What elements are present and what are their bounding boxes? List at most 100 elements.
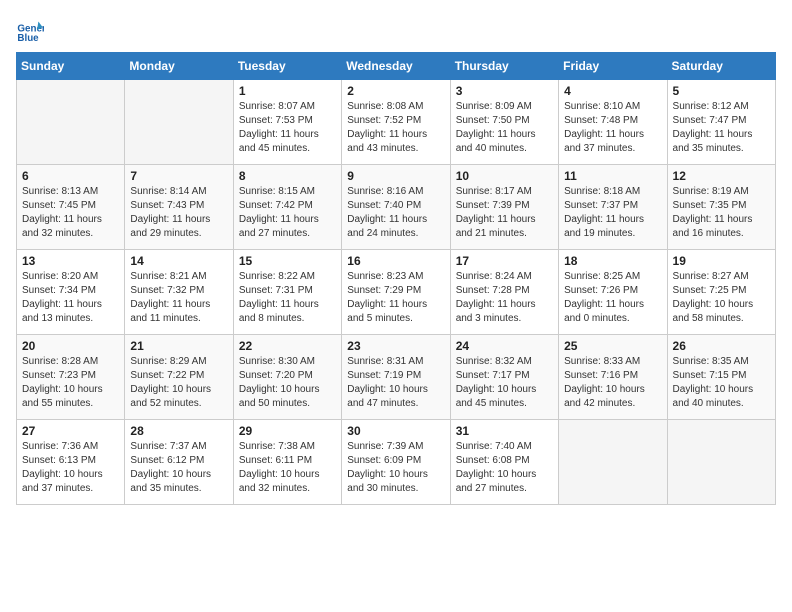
- calendar-cell: 5 Sunrise: 8:12 AM Sunset: 7:47 PM Daylig…: [667, 80, 775, 165]
- day-number: 9: [347, 169, 444, 183]
- day-info: Sunrise: 8:28 AM Sunset: 7:23 PM Dayligh…: [22, 355, 119, 411]
- calendar-header-row: SundayMondayTuesdayWednesdayThursdayFrid…: [17, 53, 776, 80]
- day-number: 20: [22, 339, 119, 353]
- day-number: 19: [673, 254, 770, 268]
- day-number: 11: [564, 169, 661, 183]
- day-number: 8: [239, 169, 336, 183]
- calendar-cell: [559, 420, 667, 505]
- day-number: 23: [347, 339, 444, 353]
- calendar-cell: [125, 80, 233, 165]
- calendar-cell: 17Sunrise: 8:24 AM Sunset: 7:28 PM Dayli…: [450, 250, 558, 335]
- calendar-cell: 7 Sunrise: 8:14 AM Sunset: 7:43 PM Daylig…: [125, 165, 233, 250]
- day-info: Sunrise: 8:07 AM Sunset: 7:53 PM Dayligh…: [239, 100, 336, 156]
- calendar-cell: 11 Sunrise: 8:18 AM Sunset: 7:37 PM Dayli…: [559, 165, 667, 250]
- calendar-cell: 21 Sunrise: 8:29 AM Sunset: 7:22 PM Dayli…: [125, 335, 233, 420]
- calendar-cell: 24 Sunrise: 8:32 AM Sunset: 7:17 PM Dayli…: [450, 335, 558, 420]
- calendar-cell: 20 Sunrise: 8:28 AM Sunset: 7:23 PM Dayli…: [17, 335, 125, 420]
- day-info: Sunrise: 8:22 AM Sunset: 7:31 PM Dayligh…: [239, 270, 336, 326]
- day-number: 3: [456, 84, 553, 98]
- day-info: Sunrise: 8:12 AM Sunset: 7:47 PM Dayligh…: [673, 100, 770, 156]
- day-info: Sunrise: 8:18 AM Sunset: 7:37 PM Dayligh…: [564, 185, 661, 241]
- calendar-body: 1 Sunrise: 8:07 AM Sunset: 7:53 PM Daylig…: [17, 80, 776, 505]
- calendar-cell: 30Sunrise: 7:39 AM Sunset: 6:09 PM Dayli…: [342, 420, 450, 505]
- day-number: 29: [239, 424, 336, 438]
- day-info: Sunrise: 8:31 AM Sunset: 7:19 PM Dayligh…: [347, 355, 444, 411]
- day-number: 22: [239, 339, 336, 353]
- day-info: Sunrise: 8:21 AM Sunset: 7:32 PM Dayligh…: [130, 270, 227, 326]
- day-of-week-header: Sunday: [17, 53, 125, 80]
- calendar-cell: 19Sunrise: 8:27 AM Sunset: 7:25 PM Dayli…: [667, 250, 775, 335]
- day-info: Sunrise: 8:35 AM Sunset: 7:15 PM Dayligh…: [673, 355, 770, 411]
- calendar-cell: 23 Sunrise: 8:31 AM Sunset: 7:19 PM Dayli…: [342, 335, 450, 420]
- day-info: Sunrise: 7:37 AM Sunset: 6:12 PM Dayligh…: [130, 440, 227, 496]
- day-info: Sunrise: 8:29 AM Sunset: 7:22 PM Dayligh…: [130, 355, 227, 411]
- calendar-cell: 29Sunrise: 7:38 AM Sunset: 6:11 PM Dayli…: [233, 420, 341, 505]
- day-number: 10: [456, 169, 553, 183]
- calendar-cell: 15 Sunrise: 8:22 AM Sunset: 7:31 PM Dayli…: [233, 250, 341, 335]
- calendar-cell: 16Sunrise: 8:23 AM Sunset: 7:29 PM Dayli…: [342, 250, 450, 335]
- day-number: 4: [564, 84, 661, 98]
- day-number: 25: [564, 339, 661, 353]
- calendar-cell: 13Sunrise: 8:20 AM Sunset: 7:34 PM Dayli…: [17, 250, 125, 335]
- calendar-cell: 26Sunrise: 8:35 AM Sunset: 7:15 PM Dayli…: [667, 335, 775, 420]
- day-number: 21: [130, 339, 227, 353]
- logo: General Blue: [16, 16, 44, 44]
- calendar-cell: 25 Sunrise: 8:33 AM Sunset: 7:16 PM Dayli…: [559, 335, 667, 420]
- day-number: 5: [673, 84, 770, 98]
- day-of-week-header: Tuesday: [233, 53, 341, 80]
- calendar-cell: 31 Sunrise: 7:40 AM Sunset: 6:08 PM Dayli…: [450, 420, 558, 505]
- day-info: Sunrise: 7:39 AM Sunset: 6:09 PM Dayligh…: [347, 440, 444, 496]
- day-number: 28: [130, 424, 227, 438]
- day-of-week-header: Saturday: [667, 53, 775, 80]
- day-info: Sunrise: 8:17 AM Sunset: 7:39 PM Dayligh…: [456, 185, 553, 241]
- day-number: 1: [239, 84, 336, 98]
- day-info: Sunrise: 8:19 AM Sunset: 7:35 PM Dayligh…: [673, 185, 770, 241]
- day-info: Sunrise: 8:25 AM Sunset: 7:26 PM Dayligh…: [564, 270, 661, 326]
- day-number: 18: [564, 254, 661, 268]
- calendar-cell: 9 Sunrise: 8:16 AM Sunset: 7:40 PM Daylig…: [342, 165, 450, 250]
- day-info: Sunrise: 8:10 AM Sunset: 7:48 PM Dayligh…: [564, 100, 661, 156]
- calendar-week-row: 13Sunrise: 8:20 AM Sunset: 7:34 PM Dayli…: [17, 250, 776, 335]
- day-of-week-header: Wednesday: [342, 53, 450, 80]
- calendar-table: SundayMondayTuesdayWednesdayThursdayFrid…: [16, 52, 776, 505]
- day-number: 14: [130, 254, 227, 268]
- day-number: 6: [22, 169, 119, 183]
- day-number: 7: [130, 169, 227, 183]
- day-info: Sunrise: 8:14 AM Sunset: 7:43 PM Dayligh…: [130, 185, 227, 241]
- calendar-week-row: 1 Sunrise: 8:07 AM Sunset: 7:53 PM Daylig…: [17, 80, 776, 165]
- calendar-cell: 6Sunrise: 8:13 AM Sunset: 7:45 PM Daylig…: [17, 165, 125, 250]
- day-info: Sunrise: 8:23 AM Sunset: 7:29 PM Dayligh…: [347, 270, 444, 326]
- day-number: 15: [239, 254, 336, 268]
- calendar-cell: 12 Sunrise: 8:19 AM Sunset: 7:35 PM Dayli…: [667, 165, 775, 250]
- page-header: General Blue: [16, 16, 776, 44]
- day-of-week-header: Friday: [559, 53, 667, 80]
- calendar-cell: 27 Sunrise: 7:36 AM Sunset: 6:13 PM Dayli…: [17, 420, 125, 505]
- day-info: Sunrise: 8:33 AM Sunset: 7:16 PM Dayligh…: [564, 355, 661, 411]
- svg-text:Blue: Blue: [17, 33, 39, 44]
- calendar-cell: 4 Sunrise: 8:10 AM Sunset: 7:48 PM Daylig…: [559, 80, 667, 165]
- day-info: Sunrise: 8:32 AM Sunset: 7:17 PM Dayligh…: [456, 355, 553, 411]
- calendar-cell: 8 Sunrise: 8:15 AM Sunset: 7:42 PM Daylig…: [233, 165, 341, 250]
- calendar-cell: [17, 80, 125, 165]
- day-info: Sunrise: 7:40 AM Sunset: 6:08 PM Dayligh…: [456, 440, 553, 496]
- calendar-cell: 22Sunrise: 8:30 AM Sunset: 7:20 PM Dayli…: [233, 335, 341, 420]
- calendar-cell: 3 Sunrise: 8:09 AM Sunset: 7:50 PM Daylig…: [450, 80, 558, 165]
- day-number: 12: [673, 169, 770, 183]
- day-number: 17: [456, 254, 553, 268]
- day-info: Sunrise: 8:16 AM Sunset: 7:40 PM Dayligh…: [347, 185, 444, 241]
- day-of-week-header: Monday: [125, 53, 233, 80]
- day-number: 27: [22, 424, 119, 438]
- calendar-cell: 14 Sunrise: 8:21 AM Sunset: 7:32 PM Dayli…: [125, 250, 233, 335]
- day-info: Sunrise: 7:36 AM Sunset: 6:13 PM Dayligh…: [22, 440, 119, 496]
- calendar-cell: 28 Sunrise: 7:37 AM Sunset: 6:12 PM Dayli…: [125, 420, 233, 505]
- calendar-week-row: 20 Sunrise: 8:28 AM Sunset: 7:23 PM Dayli…: [17, 335, 776, 420]
- day-number: 31: [456, 424, 553, 438]
- calendar-cell: [667, 420, 775, 505]
- day-number: 24: [456, 339, 553, 353]
- calendar-week-row: 6Sunrise: 8:13 AM Sunset: 7:45 PM Daylig…: [17, 165, 776, 250]
- day-info: Sunrise: 8:08 AM Sunset: 7:52 PM Dayligh…: [347, 100, 444, 156]
- day-number: 2: [347, 84, 444, 98]
- day-info: Sunrise: 8:20 AM Sunset: 7:34 PM Dayligh…: [22, 270, 119, 326]
- day-info: Sunrise: 8:09 AM Sunset: 7:50 PM Dayligh…: [456, 100, 553, 156]
- day-info: Sunrise: 8:15 AM Sunset: 7:42 PM Dayligh…: [239, 185, 336, 241]
